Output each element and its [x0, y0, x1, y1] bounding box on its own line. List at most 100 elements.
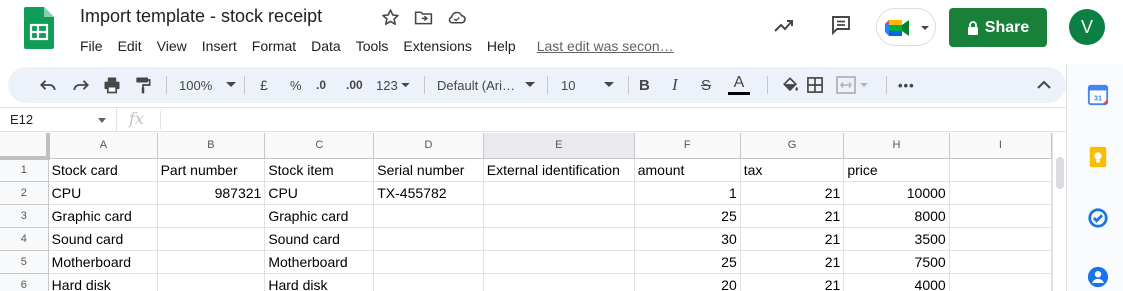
- row-header[interactable]: 4: [0, 227, 49, 251]
- cell[interactable]: 30: [634, 227, 741, 251]
- cell[interactable]: [373, 227, 484, 251]
- cell[interactable]: 21: [740, 181, 845, 205]
- cell[interactable]: [949, 273, 1052, 291]
- cell[interactable]: Graphic card: [264, 204, 375, 228]
- cell[interactable]: [949, 158, 1052, 182]
- italic-button[interactable]: I: [672, 67, 678, 103]
- column-header-f[interactable]: F: [634, 133, 741, 159]
- cell[interactable]: amount: [634, 158, 741, 182]
- cell[interactable]: 21: [740, 250, 845, 274]
- cell[interactable]: Motherboard: [264, 250, 375, 274]
- merge-cells-icon[interactable]: [836, 67, 870, 103]
- cell[interactable]: 8000: [843, 204, 950, 228]
- column-header-e[interactable]: E: [483, 133, 635, 159]
- menu-data[interactable]: Data: [311, 37, 341, 55]
- cell[interactable]: [949, 181, 1052, 205]
- menu-view[interactable]: View: [157, 37, 187, 55]
- bold-button[interactable]: B: [639, 67, 650, 103]
- cell[interactable]: TX-455782: [373, 181, 484, 205]
- activity-trend-icon[interactable]: [772, 14, 796, 38]
- cell[interactable]: [483, 227, 635, 251]
- meet-button[interactable]: [876, 8, 936, 46]
- share-button[interactable]: Share: [949, 8, 1047, 47]
- cell[interactable]: CPU: [264, 181, 375, 205]
- cell[interactable]: 25: [634, 204, 741, 228]
- row-header[interactable]: 6: [0, 273, 49, 291]
- cell[interactable]: Serial number: [373, 158, 484, 182]
- cell[interactable]: [373, 204, 484, 228]
- undo-icon[interactable]: [38, 67, 58, 103]
- cell[interactable]: [483, 273, 635, 291]
- column-header-i[interactable]: I: [949, 133, 1052, 159]
- cell[interactable]: External identification: [483, 158, 635, 182]
- cell[interactable]: 21: [740, 273, 845, 291]
- last-edit-link[interactable]: Last edit was secon…: [537, 37, 674, 55]
- row-header[interactable]: 1: [0, 158, 49, 182]
- cell[interactable]: 21: [740, 227, 845, 251]
- cell[interactable]: 20: [634, 273, 741, 291]
- cell[interactable]: 1: [634, 181, 741, 205]
- calendar-icon[interactable]: 31: [1087, 84, 1109, 106]
- account-avatar[interactable]: V: [1069, 9, 1105, 45]
- menu-insert[interactable]: Insert: [202, 37, 237, 55]
- cell[interactable]: 4000: [843, 273, 950, 291]
- fill-color-icon[interactable]: [780, 67, 800, 103]
- cell[interactable]: [949, 227, 1052, 251]
- cell[interactable]: [949, 204, 1052, 228]
- keep-icon[interactable]: [1087, 146, 1109, 168]
- cell[interactable]: Stock item: [264, 158, 375, 182]
- cell[interactable]: Sound card: [264, 227, 375, 251]
- number-format-select[interactable]: 123: [376, 67, 410, 103]
- column-header-c[interactable]: C: [264, 133, 375, 159]
- select-all-corner[interactable]: [0, 133, 51, 160]
- cell[interactable]: [483, 181, 635, 205]
- move-folder-icon[interactable]: [413, 7, 434, 28]
- cell[interactable]: Hard disk: [48, 273, 158, 291]
- scrollbar-thumb[interactable]: [1056, 157, 1064, 189]
- print-icon[interactable]: [102, 67, 122, 103]
- cloud-saved-icon[interactable]: [446, 7, 467, 28]
- cell[interactable]: [483, 250, 635, 274]
- percent-format-button[interactable]: %: [290, 67, 302, 103]
- paint-format-icon[interactable]: [133, 67, 153, 103]
- cell[interactable]: 3500: [843, 227, 950, 251]
- column-header-d[interactable]: D: [373, 133, 484, 159]
- collapse-menu-icon[interactable]: [1036, 67, 1052, 103]
- cell[interactable]: CPU: [48, 181, 158, 205]
- borders-icon[interactable]: [805, 67, 825, 103]
- row-header[interactable]: 5: [0, 250, 49, 274]
- redo-icon[interactable]: [71, 67, 91, 103]
- menu-edit[interactable]: Edit: [118, 37, 142, 55]
- cell[interactable]: [373, 250, 484, 274]
- tasks-icon[interactable]: [1087, 207, 1109, 229]
- cell[interactable]: Stock card: [48, 158, 158, 182]
- star-icon[interactable]: [380, 7, 401, 28]
- column-header-b[interactable]: B: [157, 133, 266, 159]
- name-box[interactable]: E12: [0, 108, 117, 132]
- increase-decimal-button[interactable]: .00: [346, 67, 363, 103]
- column-header-g[interactable]: G: [740, 133, 845, 159]
- more-options-button[interactable]: •••: [898, 67, 915, 103]
- font-size-select[interactable]: 10: [561, 67, 615, 103]
- column-header-h[interactable]: H: [843, 133, 950, 159]
- font-family-select[interactable]: Default (Ari…: [437, 67, 536, 103]
- column-header-a[interactable]: A: [48, 133, 158, 159]
- cell[interactable]: 10000: [843, 181, 950, 205]
- sheets-logo-icon[interactable]: [24, 7, 54, 49]
- menu-extensions[interactable]: Extensions: [403, 37, 471, 55]
- cell[interactable]: 7500: [843, 250, 950, 274]
- menu-help[interactable]: Help: [487, 37, 516, 55]
- cell[interactable]: 987321: [157, 181, 266, 205]
- comments-icon[interactable]: [829, 13, 853, 37]
- menu-file[interactable]: File: [80, 37, 103, 55]
- document-title[interactable]: Import template - stock receipt: [80, 6, 322, 27]
- contacts-icon[interactable]: [1087, 266, 1109, 288]
- cell[interactable]: tax: [740, 158, 845, 182]
- cell[interactable]: [483, 204, 635, 228]
- decrease-decimal-button[interactable]: .0: [316, 67, 326, 103]
- cell[interactable]: [157, 227, 266, 251]
- cell[interactable]: Hard disk: [264, 273, 375, 291]
- cell[interactable]: 25: [634, 250, 741, 274]
- cell[interactable]: [157, 250, 266, 274]
- cell[interactable]: Sound card: [48, 227, 158, 251]
